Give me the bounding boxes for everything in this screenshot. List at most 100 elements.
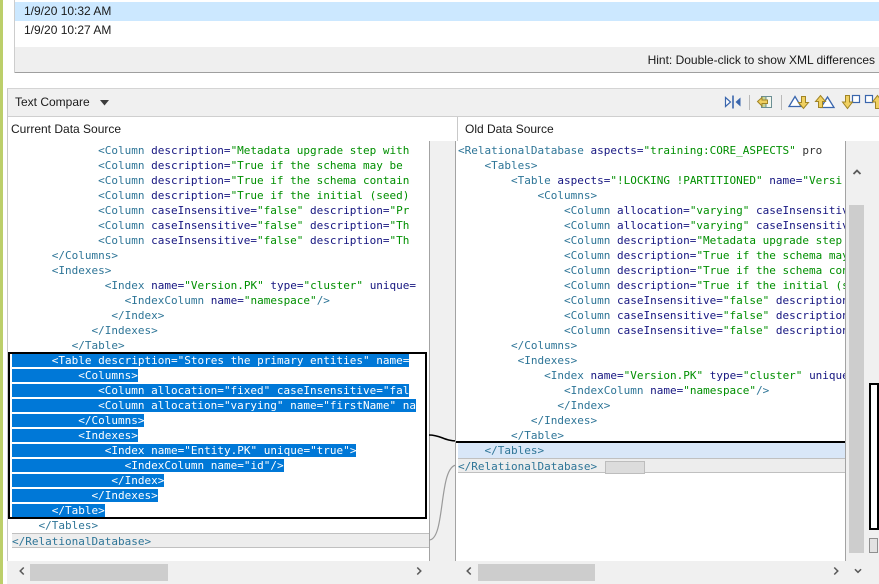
toolbar-separator [781, 95, 782, 110]
code-line: <Column allocation="varying" caseInsensi… [458, 203, 845, 218]
chevron-right-icon [829, 564, 843, 578]
chevron-left-icon [15, 564, 29, 578]
empty-range-marker [605, 461, 645, 474]
code-line: <Column description="True if the schema … [458, 248, 845, 263]
code-line: <Column caseInsensitive="false" descript… [458, 323, 845, 338]
code-line: </Index> [458, 398, 845, 413]
chevron-up-icon [849, 164, 865, 180]
code-line: <IndexColumn name="namespace"/> [458, 383, 845, 398]
hint-bar: Hint: Double-click to show XML differenc… [15, 47, 879, 73]
window-edge-strip [0, 0, 3, 584]
copy-all-right-to-left-icon [756, 94, 774, 110]
code-line: <Column caseInsensitive="false" descript… [458, 293, 845, 308]
previous-change-icon [864, 94, 879, 110]
code-line: <Index name="Version.PK" type="cluster" … [458, 368, 845, 383]
code-line: <Indexes> [12, 428, 429, 443]
compare-toolbar: Text Compare [8, 89, 879, 117]
code-line: </Tables> [12, 518, 429, 533]
code-line: <Column caseInsensitive="false" descript… [458, 308, 845, 323]
diff-connector-curves [429, 141, 457, 561]
right-pane-scroll-right-button[interactable] [827, 563, 844, 581]
chevron-left-icon [462, 564, 476, 578]
scroll-up-button[interactable] [846, 163, 868, 183]
overview-current-diff-marker[interactable] [869, 383, 879, 530]
code-line: </Indexes> [12, 488, 429, 503]
code-line: <Column allocation="varying" name="first… [12, 398, 429, 413]
code-line: <Columns> [458, 188, 845, 203]
left-pane-scroll-right-button[interactable] [410, 563, 427, 581]
swap-panes-button[interactable] [721, 94, 745, 112]
right-pane-hscroll-thumb[interactable] [478, 564, 595, 581]
next-change-button[interactable] [840, 94, 862, 112]
toolbar-separator [749, 95, 750, 110]
vertical-scrollbar[interactable] [846, 141, 868, 561]
diff-overview-ruler[interactable] [868, 141, 879, 561]
code-line: <Column caseInsensitive="false" descript… [12, 233, 429, 248]
code-line: <Column allocation="fixed" caseInsensiti… [12, 383, 429, 398]
code-line: <Column description="True if the initial… [12, 188, 429, 203]
code-line: <Indexes> [458, 353, 845, 368]
previous-change-button[interactable] [864, 94, 879, 112]
code-line: </Index> [12, 308, 429, 323]
chevron-down-icon [851, 564, 865, 578]
previous-difference-button[interactable] [813, 94, 837, 112]
code-line: <Table description="Stores the primary e… [12, 353, 429, 368]
code-line: </Index> [12, 473, 429, 488]
code-line: </Tables> [458, 443, 845, 458]
left-pane-scroll-left-button[interactable] [13, 563, 30, 581]
code-pane-current[interactable]: <Column description="Metadata upgrade st… [8, 141, 430, 561]
code-line: <Column description="Metadata upgrade st… [12, 143, 429, 158]
copy-all-right-to-left-button[interactable] [755, 94, 775, 112]
chevron-right-icon [412, 564, 426, 578]
left-pane-hscroll-thumb[interactable] [30, 564, 168, 581]
next-difference-icon [788, 94, 810, 110]
code-line: <Column description="True if the schema … [12, 158, 429, 173]
code-line: </Indexes> [12, 323, 429, 338]
code-line: <Indexes> [12, 263, 429, 278]
code-line: <IndexColumn name="namespace"/> [12, 293, 429, 308]
right-pane-scroll-left-button[interactable] [460, 563, 477, 581]
revision-list: 1/9/20 10:32 AM1/9/20 10:27 AM [15, 2, 879, 40]
code-line: <Column description="True if the schema … [12, 173, 429, 188]
scroll-down-button[interactable] [848, 563, 868, 581]
bottom-scrollbar-row [7, 561, 879, 584]
code-line: </RelationalDatabase> [12, 533, 429, 548]
code-line: <Column description="True if the initial… [458, 278, 845, 293]
hint-text: Hint: Double-click to show XML differenc… [648, 53, 875, 67]
code-line: </Table> [12, 503, 429, 518]
code-lines-right: <RelationalDatabase aspects="training:CO… [458, 143, 845, 473]
code-line: </Table> [458, 428, 845, 443]
previous-difference-icon [814, 94, 836, 110]
code-line: <Column description="Metadata upgrade st… [458, 233, 845, 248]
code-line: <Column description="True if the schema … [458, 263, 845, 278]
code-pane-old[interactable]: <RelationalDatabase aspects="training:CO… [455, 141, 846, 561]
code-line: <Index name="Entity.PK" unique="true"> [12, 443, 429, 458]
code-line: </RelationalDatabase> [458, 458, 845, 473]
code-line: </Columns> [12, 413, 429, 428]
chevron-down-icon[interactable] [100, 100, 109, 106]
code-line: <Column caseInsensitive="false" descript… [12, 218, 429, 233]
revision-row[interactable]: 1/9/20 10:27 AM [15, 21, 879, 40]
code-line: <RelationalDatabase aspects="training:CO… [458, 143, 845, 158]
code-line: <IndexColumn name="id"/> [12, 458, 429, 473]
compare-mode-dropdown[interactable]: Text Compare [15, 89, 90, 116]
next-change-icon [841, 94, 861, 110]
code-lines-left: <Column description="Metadata upgrade st… [12, 143, 429, 548]
vertical-scrollbar-thumb[interactable] [849, 205, 864, 553]
overview-other-diff-marker[interactable] [869, 538, 878, 553]
code-line: <Tables> [458, 158, 845, 173]
code-line: <Column caseInsensitive="false" descript… [12, 203, 429, 218]
next-difference-button[interactable] [787, 94, 811, 112]
code-line: </Columns> [458, 338, 845, 353]
code-line: <Index name="Version.PK" type="cluster" … [12, 278, 429, 293]
code-line: <Columns> [12, 368, 429, 383]
swap-left-right-icon [723, 94, 743, 110]
code-line: </Indexes> [458, 413, 845, 428]
left-pane-title: Current Data Source [8, 117, 459, 141]
code-line: <Column allocation="varying" caseInsensi… [458, 218, 845, 233]
right-pane-title: Old Data Source [457, 117, 879, 141]
code-line: </Columns> [12, 248, 429, 263]
revision-row[interactable]: 1/9/20 10:32 AM [15, 2, 879, 21]
compare-editor-window: 1/9/20 10:32 AM1/9/20 10:27 AM Hint: Dou… [0, 0, 879, 584]
code-line: </Table> [12, 338, 429, 353]
